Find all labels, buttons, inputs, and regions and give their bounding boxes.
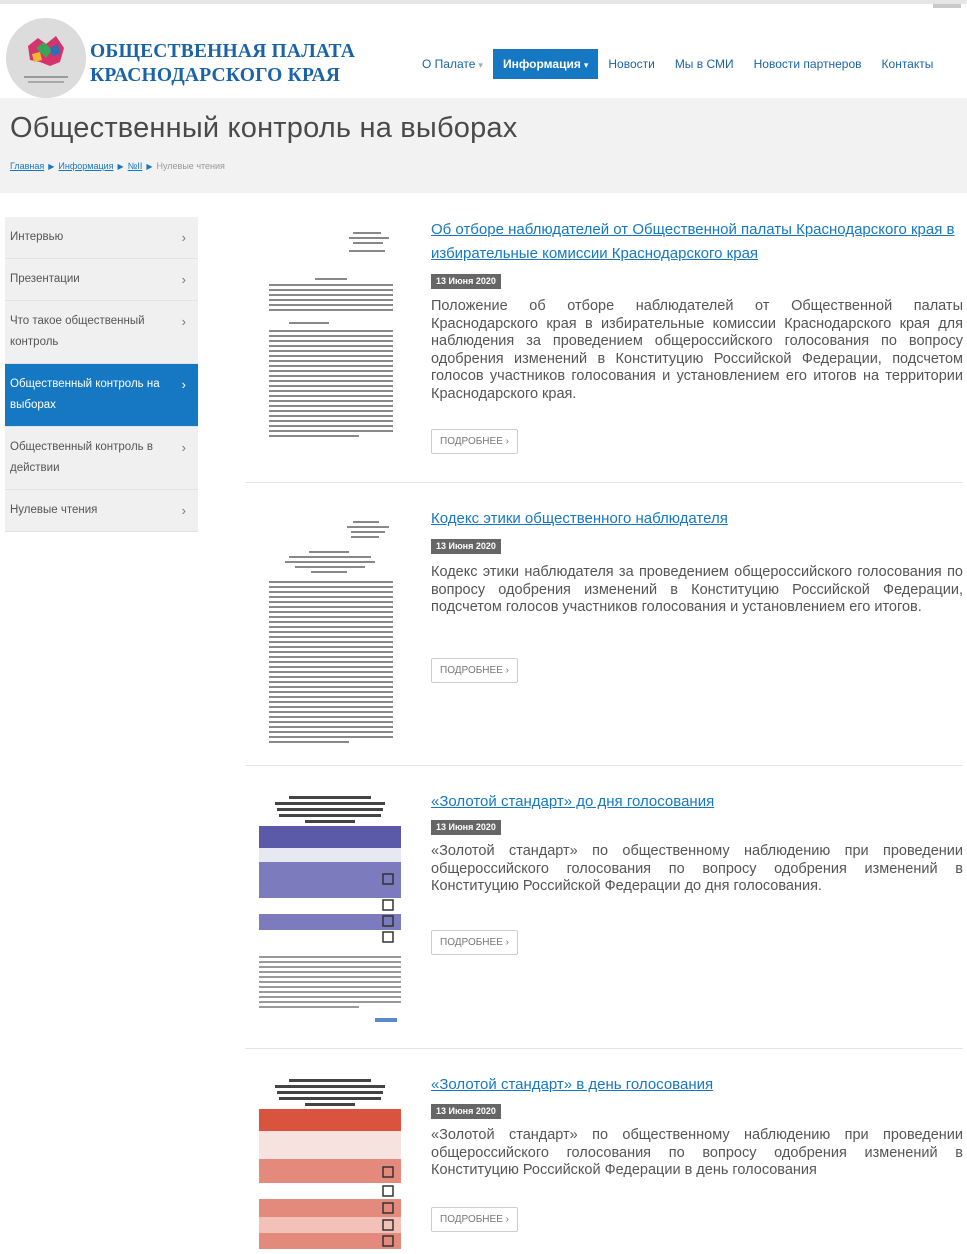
nav-item-partner-news[interactable]: Новости партнеров: [744, 49, 872, 79]
date-badge: 13 Июня 2020: [431, 274, 501, 289]
nav-item-information[interactable]: Информация ▾: [492, 49, 599, 79]
read-more-button[interactable]: ПОДРОБНЕЕ ›: [431, 429, 518, 454]
breadcrumb-separator-icon: ▶: [117, 161, 124, 171]
breadcrumb-link-section[interactable]: №II: [128, 161, 143, 171]
logo-emblem-icon: [6, 18, 86, 98]
article-item: Об отборе наблюдателей от Общественной п…: [245, 210, 963, 483]
document-thumbnail[interactable]: [255, 220, 405, 465]
date-badge: 13 Июня 2020: [431, 820, 501, 835]
chevron-right-icon: ›: [181, 377, 186, 392]
chevron-right-icon: ›: [181, 272, 186, 287]
document-thumbnail[interactable]: [255, 513, 405, 758]
article-item: «Золотой стандарт» до дня голосования 13…: [245, 766, 963, 1049]
breadcrumb-separator-icon: ▶: [146, 161, 153, 171]
nav-label: О Палате: [422, 57, 476, 71]
sidebar-item-presentations[interactable]: Презентации ›: [5, 259, 198, 301]
sidebar-item-label: Нулевые чтения: [10, 504, 98, 516]
checklist-document-icon: [259, 1079, 401, 1249]
breadcrumb: Главная ▶ Информация ▶ №II ▶ Нулевые чте…: [10, 161, 225, 171]
breadcrumb-current: Нулевые чтения: [156, 161, 225, 171]
article-title-link[interactable]: Об отборе наблюдателей от Общественной п…: [431, 218, 961, 266]
read-more-button[interactable]: ПОДРОБНЕЕ ›: [431, 1207, 518, 1232]
article-summary: «Золотой стандарт» по общественному набл…: [431, 1127, 963, 1178]
checklist-document-icon: [259, 796, 401, 1022]
article-title-link[interactable]: «Золотой стандарт» до дня голосования: [431, 790, 961, 814]
main-nav: О Палате ▾ Информация ▾ Новости Мы в СМИ Н…: [412, 49, 943, 79]
chevron-down-icon: ▾: [583, 60, 589, 70]
article-summary: Положение об отборе наблюдателей от Обще…: [431, 298, 963, 402]
header-accent-line: [933, 4, 961, 8]
breadcrumb-link-information[interactable]: Информация: [58, 161, 113, 171]
org-name-line1: ОБЩЕСТВЕННАЯ ПАЛАТА: [90, 41, 356, 62]
sidebar-item-interview[interactable]: Интервью ›: [5, 217, 198, 259]
sidebar-menu: Интервью › Презентации › Что такое обществ…: [5, 217, 198, 532]
date-badge: 13 Июня 2020: [431, 1104, 501, 1119]
breadcrumb-separator-icon: ▶: [48, 161, 55, 171]
title-band: Общественный контроль на выборах Главная…: [0, 98, 967, 193]
sidebar-item-label: Презентации: [10, 273, 80, 285]
breadcrumb-link-home[interactable]: Главная: [10, 161, 44, 171]
chevron-right-icon: ›: [181, 440, 186, 455]
sidebar-item-zero-readings[interactable]: Нулевые чтения ›: [5, 490, 198, 532]
org-name-line2: КРАСНОДАРСКОГО КРАЯ: [90, 65, 341, 86]
document-page-icon: [269, 521, 393, 743]
sidebar-item-label: Общественный контроль в действии: [10, 441, 153, 474]
sidebar-item-what-is-control[interactable]: Что такое общественный контроль ›: [5, 301, 198, 364]
nav-item-about[interactable]: О Палате ▾: [412, 49, 493, 79]
nav-item-contacts[interactable]: Контакты: [872, 49, 944, 79]
chevron-right-icon: ›: [181, 230, 186, 245]
sidebar-item-control-elections[interactable]: Общественный контроль на выборах ›: [5, 364, 198, 427]
chevron-right-icon: ›: [181, 503, 186, 518]
sidebar-item-control-action[interactable]: Общественный контроль в действии ›: [5, 427, 198, 490]
article-item: Кодекс этики общественного наблюдателя 1…: [245, 483, 963, 766]
nav-label: Мы в СМИ: [674, 57, 734, 71]
org-name[interactable]: ОБЩЕСТВЕННАЯ ПАЛАТА КРАСНОДАРСКОГО КРАЯ: [90, 40, 355, 88]
article-summary: «Золотой стандарт» по общественному набл…: [431, 843, 963, 894]
chevron-down-icon: ▾: [478, 60, 483, 70]
date-badge: 13 Июня 2020: [431, 539, 501, 554]
sidebar-item-label: Что такое общественный контроль: [10, 315, 145, 348]
site-header: ОБЩЕСТВЕННАЯ ПАЛАТА КРАСНОДАРСКОГО КРАЯ …: [0, 0, 967, 98]
article-title-link[interactable]: Кодекс этики общественного наблюдателя: [431, 507, 961, 531]
nav-item-media[interactable]: Мы в СМИ: [665, 49, 744, 79]
sidebar-item-label: Общественный контроль на выборах: [10, 378, 160, 411]
page-title: Общественный контроль на выборах: [10, 112, 518, 144]
nav-label: Новости: [608, 57, 655, 71]
document-thumbnail[interactable]: [255, 1075, 405, 1254]
article-item: «Золотой стандарт» в день голосования 13…: [245, 1049, 963, 1254]
nav-label: Контакты: [881, 57, 934, 71]
document-page-icon: [269, 232, 393, 437]
article-summary: Кодекс этики наблюдателя за проведением …: [431, 564, 963, 615]
logo-emblem[interactable]: [6, 18, 86, 98]
document-thumbnail[interactable]: [255, 792, 405, 1032]
chevron-right-icon: ›: [181, 314, 186, 329]
sidebar-item-label: Интервью: [10, 231, 64, 243]
nav-label: Информация: [502, 57, 581, 71]
read-more-button[interactable]: ПОДРОБНЕЕ ›: [431, 658, 518, 683]
nav-label: Новости партнеров: [753, 57, 862, 71]
read-more-button[interactable]: ПОДРОБНЕЕ ›: [431, 930, 518, 955]
article-title-link[interactable]: «Золотой стандарт» в день голосования: [431, 1073, 961, 1097]
nav-item-news[interactable]: Новости: [598, 49, 664, 79]
